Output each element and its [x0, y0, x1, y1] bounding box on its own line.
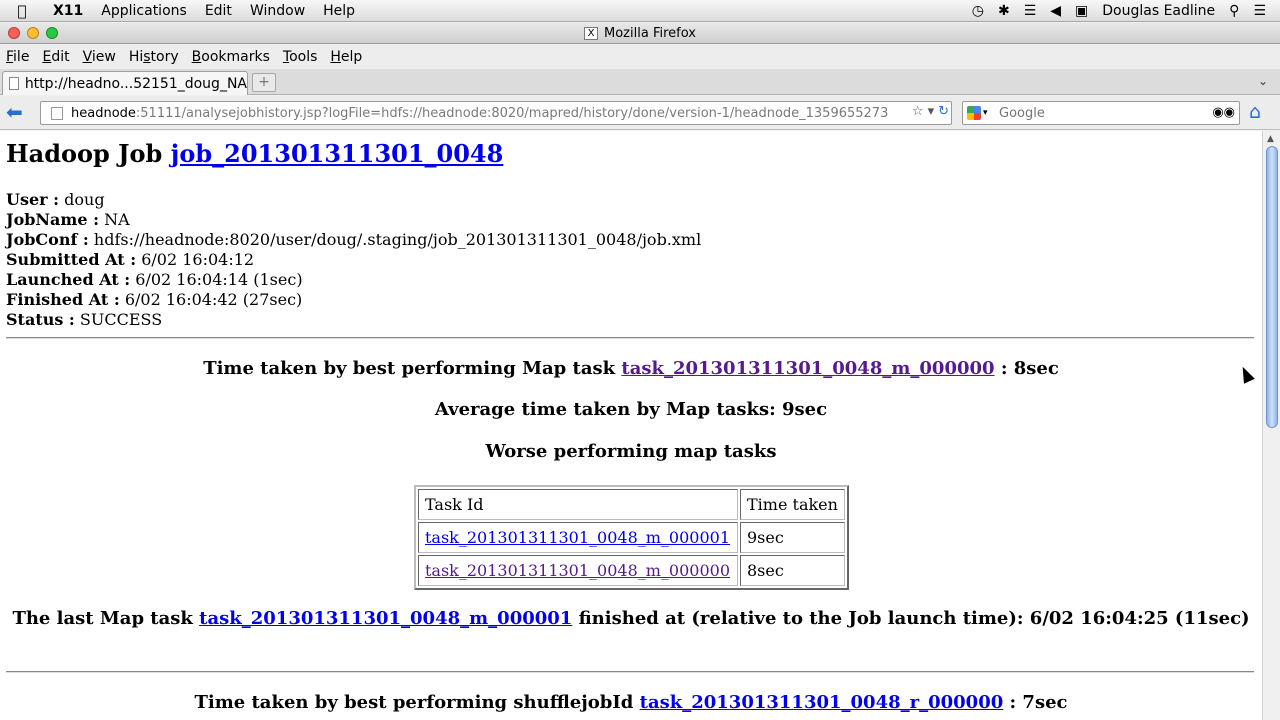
avg-map-line: Average time taken by Map tasks: 9sec	[434, 399, 828, 420]
google-icon	[967, 106, 981, 120]
mac-menu-bar:  X11 Applications Edit Window Help ◷ ✱ …	[0, 0, 1280, 22]
best-shuffle-task-link[interactable]: task_201301311301_0048_r_000000	[640, 692, 1004, 713]
menu-help[interactable]: Help	[314, 3, 364, 19]
info-finished: Finished At : 6/02 16:04:42 (27sec)	[6, 290, 303, 309]
status-area: ◷ ✱ ☰ ◀ ▣ Douglas Eadline ⚲ ☰	[972, 3, 1280, 19]
user-name[interactable]: Douglas Eadline	[1102, 3, 1215, 19]
battery-icon[interactable]: ▣	[1075, 3, 1088, 19]
table-header-row: Task Id Time taken	[418, 489, 845, 520]
search-engine-selector[interactable]: ▾	[963, 106, 993, 120]
col-task-id: Task Id	[418, 489, 738, 520]
scrollbar-thumb[interactable]	[1266, 146, 1278, 428]
x11-logo-icon: X	[584, 26, 599, 40]
last-map-line: The last Map task task_201301311301_0048…	[12, 608, 1250, 629]
info-status: Status : SUCCESS	[6, 310, 163, 329]
notification-icon[interactable]: ☰	[1253, 3, 1266, 19]
window-controls	[8, 27, 58, 39]
menu-applications[interactable]: Applications	[92, 3, 196, 19]
vertical-scrollbar[interactable]: ▲	[1262, 131, 1280, 720]
task-id-cell: task_201301311301_0048_m_000001	[418, 522, 738, 553]
spotlight-icon[interactable]: ⚲	[1229, 3, 1239, 19]
scroll-up-icon[interactable]: ▲	[1267, 134, 1274, 144]
menu-edit[interactable]: Edit	[196, 3, 241, 19]
best-map-line: Time taken by best performing Map task t…	[203, 358, 1059, 379]
navigation-bar: ⬅ headnode:51111/analysejobhistory.jsp?l…	[0, 96, 1280, 130]
time-cell: 9sec	[740, 522, 845, 553]
divider	[6, 337, 1254, 339]
ff-menu-view[interactable]: View	[77, 49, 123, 65]
page-title: Hadoop Job job_201301311301_0048	[6, 139, 504, 168]
back-arrow-icon[interactable]: ⬅	[6, 102, 28, 123]
home-icon[interactable]: ⌂	[1249, 102, 1271, 124]
minimize-window-button[interactable]	[27, 27, 39, 39]
window-title: Mozilla Firefox	[604, 25, 696, 41]
reload-icon[interactable]: ↻	[938, 104, 949, 119]
tab-active[interactable]: http://headno...52151_doug_NA	[2, 71, 248, 95]
divider	[6, 671, 1254, 673]
site-identity-icon[interactable]	[51, 106, 63, 120]
worse-tasks-table: Task Id Time taken task_201301311301_004…	[414, 485, 849, 590]
best-shuffle-line: Time taken by best performing shufflejob…	[194, 692, 1068, 713]
col-time-taken: Time taken	[740, 489, 845, 520]
tab-label: http://headno...52151_doug_NA	[24, 75, 247, 92]
task-link[interactable]: task_201301311301_0048_m_000001	[425, 528, 730, 547]
tab-list-icon[interactable]: ⌄	[1258, 74, 1268, 88]
ff-menu-tools[interactable]: Tools	[277, 49, 325, 65]
search-input[interactable]	[999, 105, 1199, 121]
url-path: :51111/analysejobhistory.jsp?logFile=hdf…	[135, 105, 889, 121]
time-cell: 8sec	[740, 555, 845, 586]
job-id-link[interactable]: job_201301311301_0048	[171, 139, 504, 168]
volume-icon[interactable]: ◀	[1050, 3, 1061, 19]
ff-menu-history[interactable]: History	[123, 49, 186, 65]
window-title-bar: X Mozilla Firefox	[0, 23, 1280, 44]
binoculars-icon[interactable]: ◉◉	[1212, 105, 1235, 120]
table-row: task_201301311301_0048_m_000001 9sec	[418, 522, 845, 553]
last-map-task-link[interactable]: task_201301311301_0048_m_000001	[199, 608, 572, 629]
worse-tasks-title: Worse performing map tasks	[485, 441, 777, 462]
info-submitted: Submitted At : 6/02 16:04:12	[6, 250, 255, 269]
menu-app-x11[interactable]: X11	[44, 3, 92, 19]
new-tab-button[interactable]: +	[252, 73, 276, 92]
url-host: headnode	[71, 105, 136, 121]
bookmark-star-icon[interactable]: ☆	[912, 104, 924, 119]
page-content: Hadoop Job job_201301311301_0048 User : …	[0, 131, 1262, 720]
best-map-task-link[interactable]: task_201301311301_0048_m_000000	[621, 358, 994, 379]
tab-bar: http://headno...52151_doug_NA + ⌄	[0, 69, 1280, 95]
ff-menu-help[interactable]: Help	[324, 49, 369, 65]
zoom-window-button[interactable]	[46, 27, 58, 39]
task-link[interactable]: task_201301311301_0048_m_000000	[425, 561, 730, 580]
job-info: User : doug JobName : NA JobConf : hdfs:…	[6, 190, 701, 330]
page-icon	[9, 77, 19, 90]
history-dropdown-icon[interactable]: ▾	[928, 104, 935, 119]
menu-window[interactable]: Window	[241, 3, 314, 19]
url-actions: ☆ ▾ ↻	[907, 104, 949, 119]
search-bar[interactable]: ▾ ◉◉	[962, 101, 1240, 125]
table-row: task_201301311301_0048_m_000000 8sec	[418, 555, 845, 586]
close-window-button[interactable]	[8, 27, 20, 39]
ff-menu-bookmarks[interactable]: Bookmarks	[186, 49, 277, 65]
url-bar[interactable]: headnode:51111/analysejobhistory.jsp?log…	[40, 101, 952, 125]
ff-menu-file[interactable]: File	[0, 49, 36, 65]
info-jobconf: JobConf : hdfs://headnode:8020/user/doug…	[6, 230, 702, 249]
info-launched: Launched At : 6/02 16:04:14 (1sec)	[6, 270, 303, 289]
wifi-icon[interactable]: ☰	[1024, 3, 1037, 19]
task-id-cell: task_201301311301_0048_m_000000	[418, 555, 738, 586]
info-jobname: JobName : NA	[6, 210, 130, 229]
ff-menu-edit[interactable]: Edit	[36, 49, 76, 65]
chevron-down-icon: ▾	[983, 108, 988, 118]
time-machine-icon[interactable]: ◷	[972, 3, 984, 19]
bluetooth-icon[interactable]: ✱	[998, 3, 1010, 19]
firefox-menu-bar: File Edit View History Bookmarks Tools H…	[0, 45, 1280, 68]
apple-icon[interactable]: 	[0, 2, 44, 20]
info-user: User : doug	[6, 190, 105, 209]
